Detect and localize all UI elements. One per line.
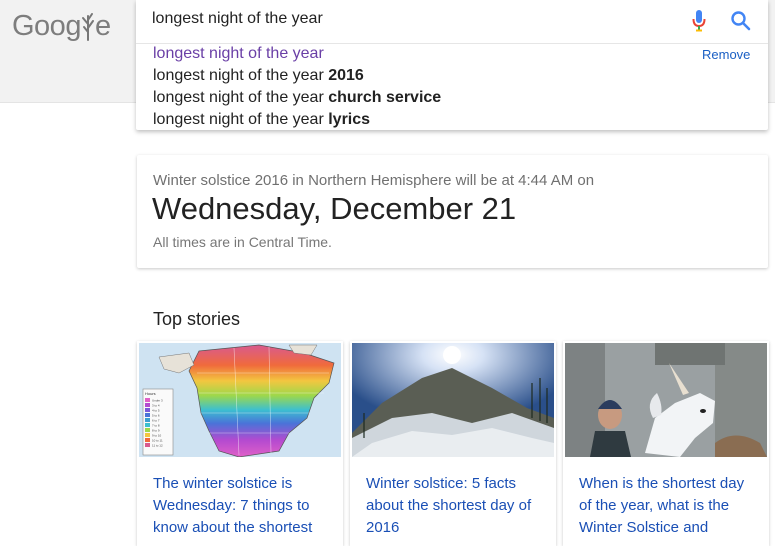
suggestion-completion: church service: [328, 89, 442, 106]
top-stories-heading: Top stories: [153, 309, 241, 329]
google-logo[interactable]: Goog e: [12, 10, 111, 43]
answer-timezone-note: All times are in Central Time.: [153, 234, 332, 250]
answer-date: Wednesday, December 21: [152, 191, 517, 226]
suggestion-text: longest night of the year: [153, 111, 329, 128]
suggestion-item[interactable]: longest night of the year lyrics: [153, 111, 370, 129]
story-card[interactable]: When is the shortest day of the year, wh…: [563, 341, 769, 546]
map-legend-label: 10 to 11: [152, 439, 163, 443]
microphone-icon[interactable]: [692, 9, 706, 33]
map-legend-label: 8 to 9: [152, 429, 160, 433]
map-legend-label: 3 to 4: [152, 404, 160, 408]
story-thumbnail[interactable]: [352, 343, 554, 457]
daylight-map-image: Hours Under 3 3 to 4 4 to 5 5 to 6 6 to …: [139, 343, 341, 457]
logo-text-end: e: [94, 10, 111, 42]
map-legend-label: 4 to 5: [152, 409, 160, 413]
logo-text: Goog: [12, 10, 81, 42]
search-icon[interactable]: [730, 10, 752, 32]
suggestion-text: longest night of the year: [153, 89, 329, 106]
map-legend-label: 5 to 6: [152, 414, 160, 418]
story-card[interactable]: Winter solstice: 5 facts about the short…: [350, 341, 556, 546]
suggestion-text: longest night of the year: [153, 45, 324, 62]
suggestion-item[interactable]: longest night of the year: [153, 45, 324, 63]
suggestion-completion: lyrics: [328, 111, 371, 128]
suggestion-item[interactable]: longest night of the year 2016: [153, 67, 364, 85]
snowy-hill-photo: [352, 343, 554, 457]
story-headline-link[interactable]: When is the shortest day of the year, wh…: [579, 473, 759, 539]
map-legend-label: 6 to 7: [152, 419, 160, 423]
map-legend-label: 11 to 12: [152, 444, 163, 448]
suggestion-text: longest night of the year: [153, 67, 329, 84]
story-headline-link[interactable]: The winter solstice is Wednesday: 7 thin…: [153, 473, 333, 539]
answer-subtitle: Winter solstice 2016 in Northern Hemisph…: [153, 172, 595, 189]
answer-card: Winter solstice 2016 in Northern Hemisph…: [137, 155, 768, 268]
suggestion-completion: 2016: [328, 67, 364, 84]
search-input[interactable]: longest night of the year: [152, 10, 323, 28]
unicorn-stonehenge-photo: [565, 343, 767, 457]
map-legend-label: 7 to 8: [152, 424, 160, 428]
map-legend-title: Hours: [145, 391, 156, 396]
story-thumbnail[interactable]: Hours Under 3 3 to 4 4 to 5 5 to 6 6 to …: [139, 343, 341, 457]
search-input-row[interactable]: longest night of the year: [136, 0, 768, 44]
map-legend-label: Under 3: [152, 399, 163, 403]
search-box: longest night of the year longest night …: [136, 0, 768, 130]
story-card[interactable]: Hours Under 3 3 to 4 4 to 5 5 to 6 6 to …: [137, 341, 343, 546]
suggestion-item[interactable]: longest night of the year church service: [153, 89, 441, 107]
tree-doodle-icon: [81, 13, 94, 41]
remove-suggestion-link[interactable]: Remove: [702, 47, 750, 62]
story-thumbnail[interactable]: [565, 343, 767, 457]
map-legend-label: 9 to 10: [152, 434, 162, 438]
story-headline-link[interactable]: Winter solstice: 5 facts about the short…: [366, 473, 546, 539]
